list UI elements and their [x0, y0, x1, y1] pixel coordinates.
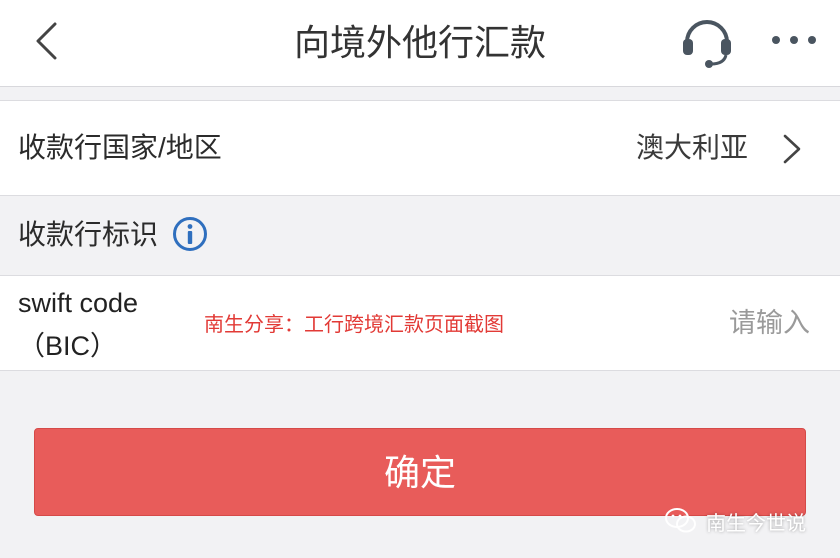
swift-code-label-bic: （BIC）	[18, 331, 118, 361]
wechat-icon	[665, 508, 696, 533]
payee-bank-id-section-header: 收款行标识	[0, 196, 840, 274]
chevron-left-icon	[36, 22, 57, 60]
confirm-button[interactable]: 确定	[34, 428, 806, 516]
section-gap	[0, 87, 840, 99]
info-icon[interactable]	[172, 216, 208, 252]
watermark-text: 南生今世说	[706, 512, 806, 535]
chevron-right-icon	[783, 134, 801, 164]
swift-code-label: swift code	[18, 288, 139, 318]
payee-bank-country-label: 收款行国家/地区	[18, 132, 222, 163]
swift-code-row: swift code （BIC） 南生分享：工行跨境汇款页面截图	[0, 275, 840, 371]
more-button[interactable]	[766, 24, 822, 56]
swift-code-input[interactable]	[548, 304, 812, 342]
back-button[interactable]	[26, 16, 66, 66]
payee-bank-id-label: 收款行标识	[18, 219, 159, 250]
payee-bank-country-row[interactable]: 收款行国家/地区 澳大利亚	[0, 100, 840, 196]
headset-icon	[683, 20, 731, 68]
annotation-text: 南生分享：工行跨境汇款页面截图	[204, 314, 504, 336]
payee-bank-country-value: 澳大利亚	[635, 132, 748, 163]
more-dots-icon	[772, 36, 816, 44]
customer-service-button[interactable]	[678, 12, 736, 70]
top-nav-bar: 向境外他行汇款	[0, 0, 840, 87]
watermark: 南生今世说	[664, 504, 806, 538]
